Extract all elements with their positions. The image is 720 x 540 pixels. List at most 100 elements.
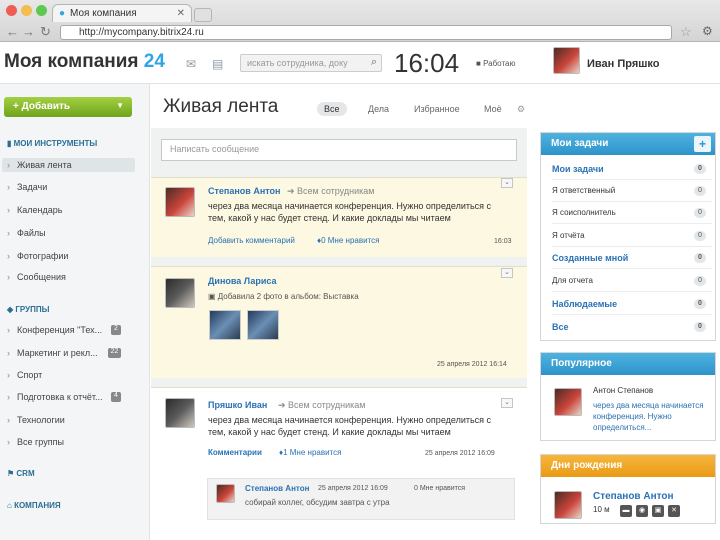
filter-mine[interactable]: Моё [484, 104, 502, 114]
photo-thumbnail[interactable] [247, 310, 279, 340]
group-badge: 2 [111, 325, 121, 335]
compose-message-input[interactable]: Написать сообщение [161, 139, 517, 161]
task-count: 0 [694, 299, 706, 309]
post-menu-chevron-icon[interactable]: ⌄ [501, 398, 513, 408]
group-icon: ◆ [7, 305, 14, 314]
close-window-button[interactable] [6, 5, 17, 16]
photo-thumbnail[interactable] [209, 310, 241, 340]
birthday-avatar[interactable] [554, 491, 582, 519]
comment-author[interactable]: Степанов Антон [245, 484, 309, 493]
work-status[interactable]: ■ Работаю [476, 59, 515, 68]
add-button[interactable]: + Добавить ▼ [4, 97, 132, 117]
sidebar-group-item[interactable]: › Все группы [7, 437, 135, 447]
portal-header: Моя компания 24 ✉ ▤ искать сотрудника, д… [0, 42, 720, 84]
filter-tasks[interactable]: Дела [368, 104, 389, 114]
post-author[interactable]: Пряшко Иван [208, 400, 267, 410]
task-filter-item[interactable]: Мои задачи 0 [552, 158, 712, 180]
post-menu-chevron-icon[interactable]: ⌄ [501, 178, 513, 188]
company-section-title[interactable]: ⌂ КОМПАНИЯ [7, 501, 61, 510]
post-author-avatar[interactable] [165, 278, 195, 308]
page-title: Живая лента [163, 96, 279, 117]
lock-icon[interactable]: ▣ [652, 505, 664, 517]
settings-wrench-icon[interactable]: ⚙ [702, 24, 713, 38]
group-badge: 4 [111, 392, 121, 402]
browser-tab[interactable]: ● Моя компания ✕ [52, 4, 192, 22]
bookmark-star-icon[interactable]: ☆ [680, 24, 692, 40]
groups-section-title[interactable]: ◆ ГРУППЫ [7, 305, 49, 314]
group-badge: 22 [108, 348, 121, 358]
post-menu-chevron-icon[interactable]: ⌄ [501, 268, 513, 278]
new-tab-button[interactable] [194, 8, 212, 22]
filter-settings-icon[interactable]: ⚙ [517, 104, 525, 115]
clock[interactable]: 16:04 [394, 48, 459, 79]
sidebar-item-feed[interactable]: › Живая лента [2, 158, 135, 172]
task-count: 0 [694, 186, 706, 196]
close-panel-icon[interactable]: ✕ [668, 505, 680, 517]
sidebar-group-item[interactable]: › Спорт [7, 370, 135, 380]
reload-icon[interactable]: ↻ [40, 24, 51, 40]
window-controls [6, 5, 47, 16]
popular-text[interactable]: через два месяца начинается конференция.… [593, 400, 711, 433]
tools-section-title[interactable]: ▮ МОИ ИНСТРУМЕНТЫ [7, 139, 97, 148]
task-count: 0 [694, 164, 706, 174]
comments-link[interactable]: Комментарии [208, 448, 262, 457]
home-icon: ⌂ [7, 501, 12, 510]
sidebar-item-tasks[interactable]: › Задачи [7, 182, 135, 192]
photo-icon: ▣ [208, 292, 216, 301]
close-tab-icon[interactable]: ✕ [177, 8, 185, 19]
popular-author-avatar[interactable] [554, 388, 582, 416]
sidebar-group-item[interactable]: › Конференция "Тех... 2 [7, 325, 135, 335]
chat-icon[interactable]: ▬ [620, 505, 632, 517]
task-filter-item[interactable]: Наблюдаемые 0 [552, 293, 712, 315]
arrow-icon: › [7, 325, 10, 335]
sidebar-item-messages[interactable]: › Сообщения [7, 272, 135, 282]
minimize-window-button[interactable] [21, 5, 32, 16]
popular-author[interactable]: Антон Степанов [593, 386, 653, 395]
sidebar-item-photos[interactable]: › Фотографии [7, 251, 135, 261]
sidebar-item-files[interactable]: › Файлы [7, 228, 135, 238]
browser-chrome: ● Моя компания ✕ ← → ↻ http://mycompany.… [0, 0, 720, 42]
book-icon[interactable]: ▤ [212, 57, 223, 71]
like-link[interactable]: ♦1 Мне нравится [279, 448, 341, 457]
sidebar-item-calendar[interactable]: › Календарь [7, 205, 135, 215]
task-filter-item[interactable]: Я соисполнитель 0 [552, 202, 712, 224]
post-time: 25 апреля 2012 16:09 [425, 450, 495, 457]
post-time: 25 апреля 2012 16:14 [437, 361, 507, 368]
task-filter-item[interactable]: Созданные мной 0 [552, 247, 712, 269]
post-author-avatar[interactable] [165, 398, 195, 428]
post-author[interactable]: Динова Лариса [208, 276, 277, 286]
address-bar[interactable]: http://mycompany.bitrix24.ru [60, 25, 672, 40]
user-name[interactable]: Иван Пряшко [587, 58, 660, 70]
sidebar-group-item[interactable]: › Маркетинг и рекл... 22 [7, 348, 135, 358]
task-count: 0 [694, 208, 706, 218]
post-author[interactable]: Степанов Антон [208, 186, 280, 196]
add-comment-link[interactable]: Добавить комментарий [208, 236, 295, 245]
messages-icon[interactable]: ✉ [186, 57, 196, 71]
task-filter-item[interactable]: Для отчета 0 [552, 270, 712, 292]
search-input[interactable]: искать сотрудника, доку ⌕ [240, 54, 382, 72]
comment-text: собирай коллег, обсудим завтра с утра [245, 498, 390, 507]
comment-author-avatar[interactable] [216, 484, 235, 503]
search-icon[interactable]: ⌕ [371, 56, 377, 69]
user-avatar[interactable] [553, 47, 580, 74]
back-icon[interactable]: ← [6, 24, 19, 39]
like-link[interactable]: ♦0 Мне нравится [317, 236, 379, 245]
forward-icon[interactable]: → [22, 24, 35, 39]
add-task-button[interactable]: + [694, 136, 711, 152]
task-filter-item[interactable]: Все 0 [552, 316, 712, 338]
maximize-window-button[interactable] [36, 5, 47, 16]
birthday-name[interactable]: Степанов Антон [593, 491, 674, 502]
comment-like[interactable]: 0 Мне нравится [414, 485, 465, 492]
arrow-icon: › [7, 205, 10, 215]
sidebar-group-item[interactable]: › Подготовка к отчёт... 4 [7, 392, 135, 402]
post-author-avatar[interactable] [165, 187, 195, 217]
task-filter-item[interactable]: Я отчёта 0 [552, 225, 712, 247]
filter-all[interactable]: Все [317, 102, 347, 116]
task-filter-item[interactable]: Я ответственный 0 [552, 180, 712, 202]
filter-favorites[interactable]: Избранное [414, 104, 460, 114]
arrow-icon: › [7, 272, 10, 282]
company-logo[interactable]: Моя компания 24 [4, 51, 165, 73]
sidebar-group-item[interactable]: › Технологии [7, 415, 135, 425]
user-icon[interactable]: ◉ [636, 505, 648, 517]
crm-section-title[interactable]: ⚑ CRM [7, 469, 35, 478]
